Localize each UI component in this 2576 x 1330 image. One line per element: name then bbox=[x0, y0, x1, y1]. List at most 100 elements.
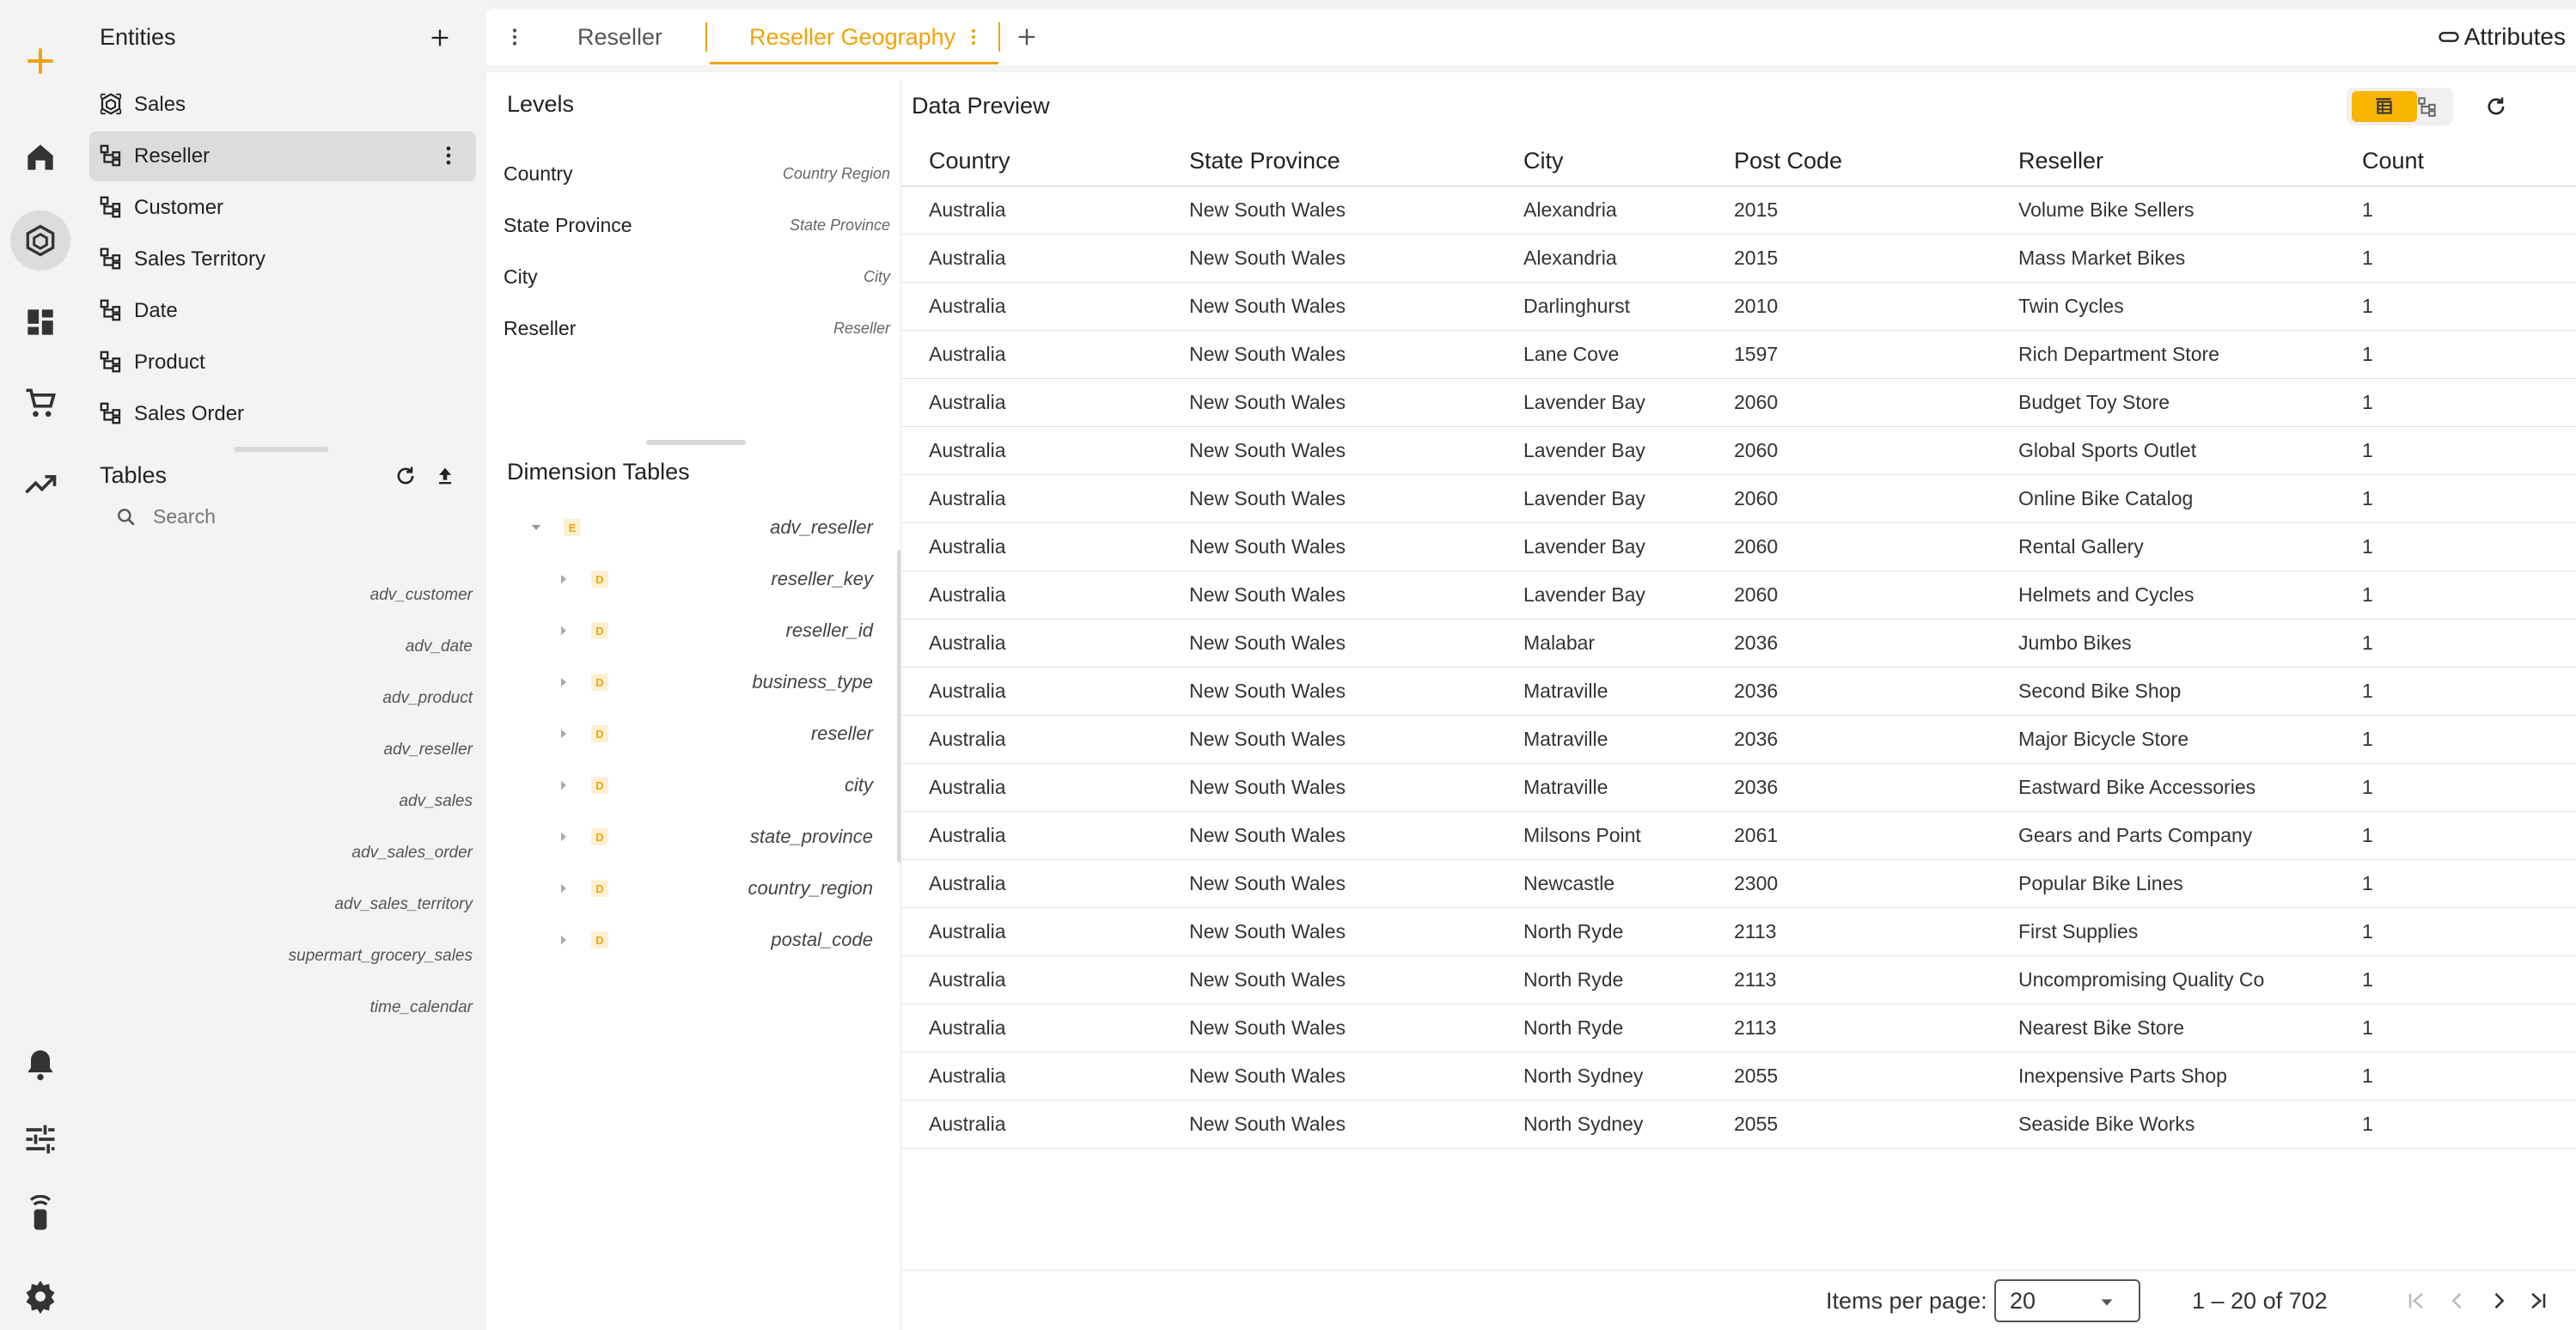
home-icon[interactable] bbox=[10, 127, 70, 187]
first-page-icon[interactable] bbox=[2402, 1286, 2431, 1315]
previous-page-icon[interactable] bbox=[2443, 1286, 2472, 1315]
entity-item-customer[interactable]: Customer bbox=[89, 183, 476, 233]
level-row-city[interactable]: City City bbox=[504, 259, 890, 294]
dimension-field-row[interactable]: Dcountry_region bbox=[495, 871, 890, 906]
tab-reseller-geography[interactable]: Reseller Geography bbox=[749, 9, 955, 65]
table-row[interactable]: Australia New South Wales Matraville 2036 Se… bbox=[901, 667, 2576, 716]
table-row[interactable]: Australia New South Wales Milsons Point 206… bbox=[901, 811, 2576, 860]
table-item[interactable]: adv_customer bbox=[370, 586, 473, 605]
table-item[interactable]: adv_product bbox=[382, 689, 473, 708]
table-row[interactable]: Australia New South Wales Alexandria 2015 Vo… bbox=[901, 186, 2576, 235]
table-row[interactable]: Australia New South Wales North Ryde 2113 Ne… bbox=[901, 1004, 2576, 1052]
expand-icon[interactable] bbox=[555, 674, 572, 691]
cell-state-province: New South Wales bbox=[1162, 715, 1496, 764]
dimension-field-row[interactable]: Dcity bbox=[495, 768, 890, 802]
entity-item-date[interactable]: Date bbox=[89, 286, 476, 336]
level-row-reseller[interactable]: Reseller Reseller bbox=[504, 311, 890, 345]
table-row[interactable]: Australia New South Wales Matraville 2036 Ma… bbox=[901, 715, 2576, 764]
dimension-root-row[interactable]: E adv_reseller bbox=[495, 510, 890, 545]
dimension-field-row[interactable]: Dreseller_key bbox=[495, 562, 890, 596]
table-row[interactable]: Australia New South Wales Alexandria 2015 Ma… bbox=[901, 234, 2576, 283]
tune-icon[interactable] bbox=[10, 1109, 70, 1169]
next-page-icon[interactable] bbox=[2484, 1286, 2513, 1315]
cart-icon[interactable] bbox=[10, 373, 70, 433]
table-row[interactable]: Australia New South Wales Lavender Bay 2060… bbox=[901, 570, 2576, 619]
expand-icon[interactable] bbox=[555, 931, 572, 949]
table-row[interactable]: Australia New South Wales Lane Cove 1597 Ric… bbox=[901, 330, 2576, 379]
levels-splitter[interactable] bbox=[646, 440, 746, 445]
items-per-page-select[interactable]: 20 bbox=[1994, 1279, 2140, 1322]
table-row[interactable]: Australia New South Wales North Ryde 2113 Un… bbox=[901, 955, 2576, 1004]
table-row[interactable]: Australia New South Wales North Sydney 2055… bbox=[901, 1100, 2576, 1149]
level-row-state-province[interactable]: State Province State Province bbox=[504, 208, 890, 242]
level-row-country[interactable]: Country Country Region bbox=[504, 156, 890, 191]
table-item[interactable]: adv_reseller bbox=[384, 741, 473, 760]
tab-options-icon[interactable] bbox=[962, 22, 985, 52]
table-item[interactable]: time_calendar bbox=[370, 998, 473, 1017]
table-row[interactable]: Australia New South Wales Malabar 2036 Jumbo… bbox=[901, 619, 2576, 668]
table-view-button[interactable] bbox=[2352, 91, 2417, 122]
cell-reseller: Eastward Bike Accessories bbox=[1991, 763, 2335, 812]
column-header-reseller[interactable]: Reseller bbox=[1991, 137, 2335, 186]
column-header-post-code[interactable]: Post Code bbox=[1706, 137, 1991, 186]
add-icon[interactable] bbox=[10, 31, 70, 91]
tree-view-button[interactable] bbox=[2410, 91, 2445, 122]
gear-icon[interactable] bbox=[10, 1266, 70, 1327]
table-row[interactable]: Australia New South Wales Lavender Bay 2060… bbox=[901, 426, 2576, 475]
expand-icon[interactable] bbox=[555, 828, 572, 845]
cell-post-code: 2015 bbox=[1706, 186, 1991, 235]
table-item[interactable]: adv_sales_order bbox=[352, 844, 473, 863]
dimension-field-row[interactable]: Dpostal_code bbox=[495, 923, 890, 957]
dashboard-icon[interactable] bbox=[10, 292, 70, 352]
table-item[interactable]: adv_sales_territory bbox=[334, 895, 473, 914]
dimension-field-row[interactable]: Dreseller_id bbox=[495, 613, 890, 648]
table-item[interactable]: supermart_grocery_sales bbox=[289, 947, 473, 966]
add-tab-icon[interactable] bbox=[1012, 22, 1041, 52]
last-page-icon[interactable] bbox=[2524, 1286, 2553, 1315]
tab-menu-icon[interactable] bbox=[502, 22, 528, 52]
dimension-field-row[interactable]: Dstate_province bbox=[495, 820, 890, 854]
expand-icon[interactable] bbox=[555, 725, 572, 742]
panel-splitter[interactable] bbox=[234, 447, 328, 452]
expand-icon[interactable] bbox=[555, 622, 572, 639]
table-item[interactable]: adv_sales bbox=[399, 792, 473, 811]
table-row[interactable]: Australia New South Wales Lavender Bay 2060… bbox=[901, 474, 2576, 523]
entity-item-sales-order[interactable]: Sales Order bbox=[89, 389, 476, 439]
entity-item-reseller[interactable]: Reseller bbox=[89, 131, 476, 181]
dimension-field-row[interactable]: Dreseller bbox=[495, 717, 890, 751]
expand-icon[interactable] bbox=[555, 570, 572, 588]
table-row[interactable]: Australia New South Wales Newcastle 2300 Pop… bbox=[901, 859, 2576, 908]
column-header-city[interactable]: City bbox=[1496, 137, 1706, 186]
column-header-count[interactable]: Count bbox=[2335, 137, 2576, 186]
search-input[interactable] bbox=[153, 505, 411, 528]
tab-reseller[interactable]: Reseller bbox=[577, 9, 662, 65]
table-row[interactable]: Australia New South Wales Darlinghurst 2010… bbox=[901, 282, 2576, 331]
table-row[interactable]: Australia New South Wales Matraville 2036 Ea… bbox=[901, 763, 2576, 812]
dimension-field-row[interactable]: Dbusiness_type bbox=[495, 665, 890, 699]
column-header-state-province[interactable]: State Province bbox=[1162, 137, 1496, 186]
table-row[interactable]: Australia New South Wales North Sydney 2055… bbox=[901, 1052, 2576, 1101]
table-row[interactable]: Australia New South Wales Lavender Bay 2060… bbox=[901, 378, 2576, 427]
add-entity-icon[interactable] bbox=[424, 22, 455, 53]
table-row[interactable]: Australia New South Wales North Ryde 2113 Fi… bbox=[901, 907, 2576, 956]
model-icon[interactable] bbox=[10, 210, 70, 271]
remote-icon[interactable] bbox=[10, 1184, 70, 1244]
upload-icon[interactable] bbox=[430, 461, 461, 491]
entity-item-sales-territory[interactable]: Sales Territory bbox=[89, 235, 476, 284]
table-item[interactable]: adv_date bbox=[406, 638, 473, 656]
refresh-preview-icon[interactable] bbox=[2481, 91, 2512, 122]
expand-icon[interactable] bbox=[555, 777, 572, 794]
table-row[interactable]: Australia New South Wales Lavender Bay 2060… bbox=[901, 522, 2576, 571]
attributes-toggle[interactable]: Attributes bbox=[2437, 22, 2566, 52]
entity-item-product[interactable]: Product bbox=[89, 338, 476, 387]
bell-icon[interactable] bbox=[10, 1034, 70, 1095]
column-header-country[interactable]: Country bbox=[901, 137, 1162, 186]
entity-item-sales[interactable]: Sales bbox=[89, 80, 476, 130]
table-search[interactable] bbox=[115, 505, 411, 528]
refresh-icon[interactable] bbox=[390, 461, 421, 491]
dimension-field-name: reseller_key bbox=[771, 568, 873, 589]
more-options-icon[interactable] bbox=[436, 143, 461, 168]
expand-icon[interactable] bbox=[555, 880, 572, 897]
trend-icon[interactable] bbox=[10, 455, 70, 515]
collapse-icon[interactable] bbox=[528, 519, 545, 536]
